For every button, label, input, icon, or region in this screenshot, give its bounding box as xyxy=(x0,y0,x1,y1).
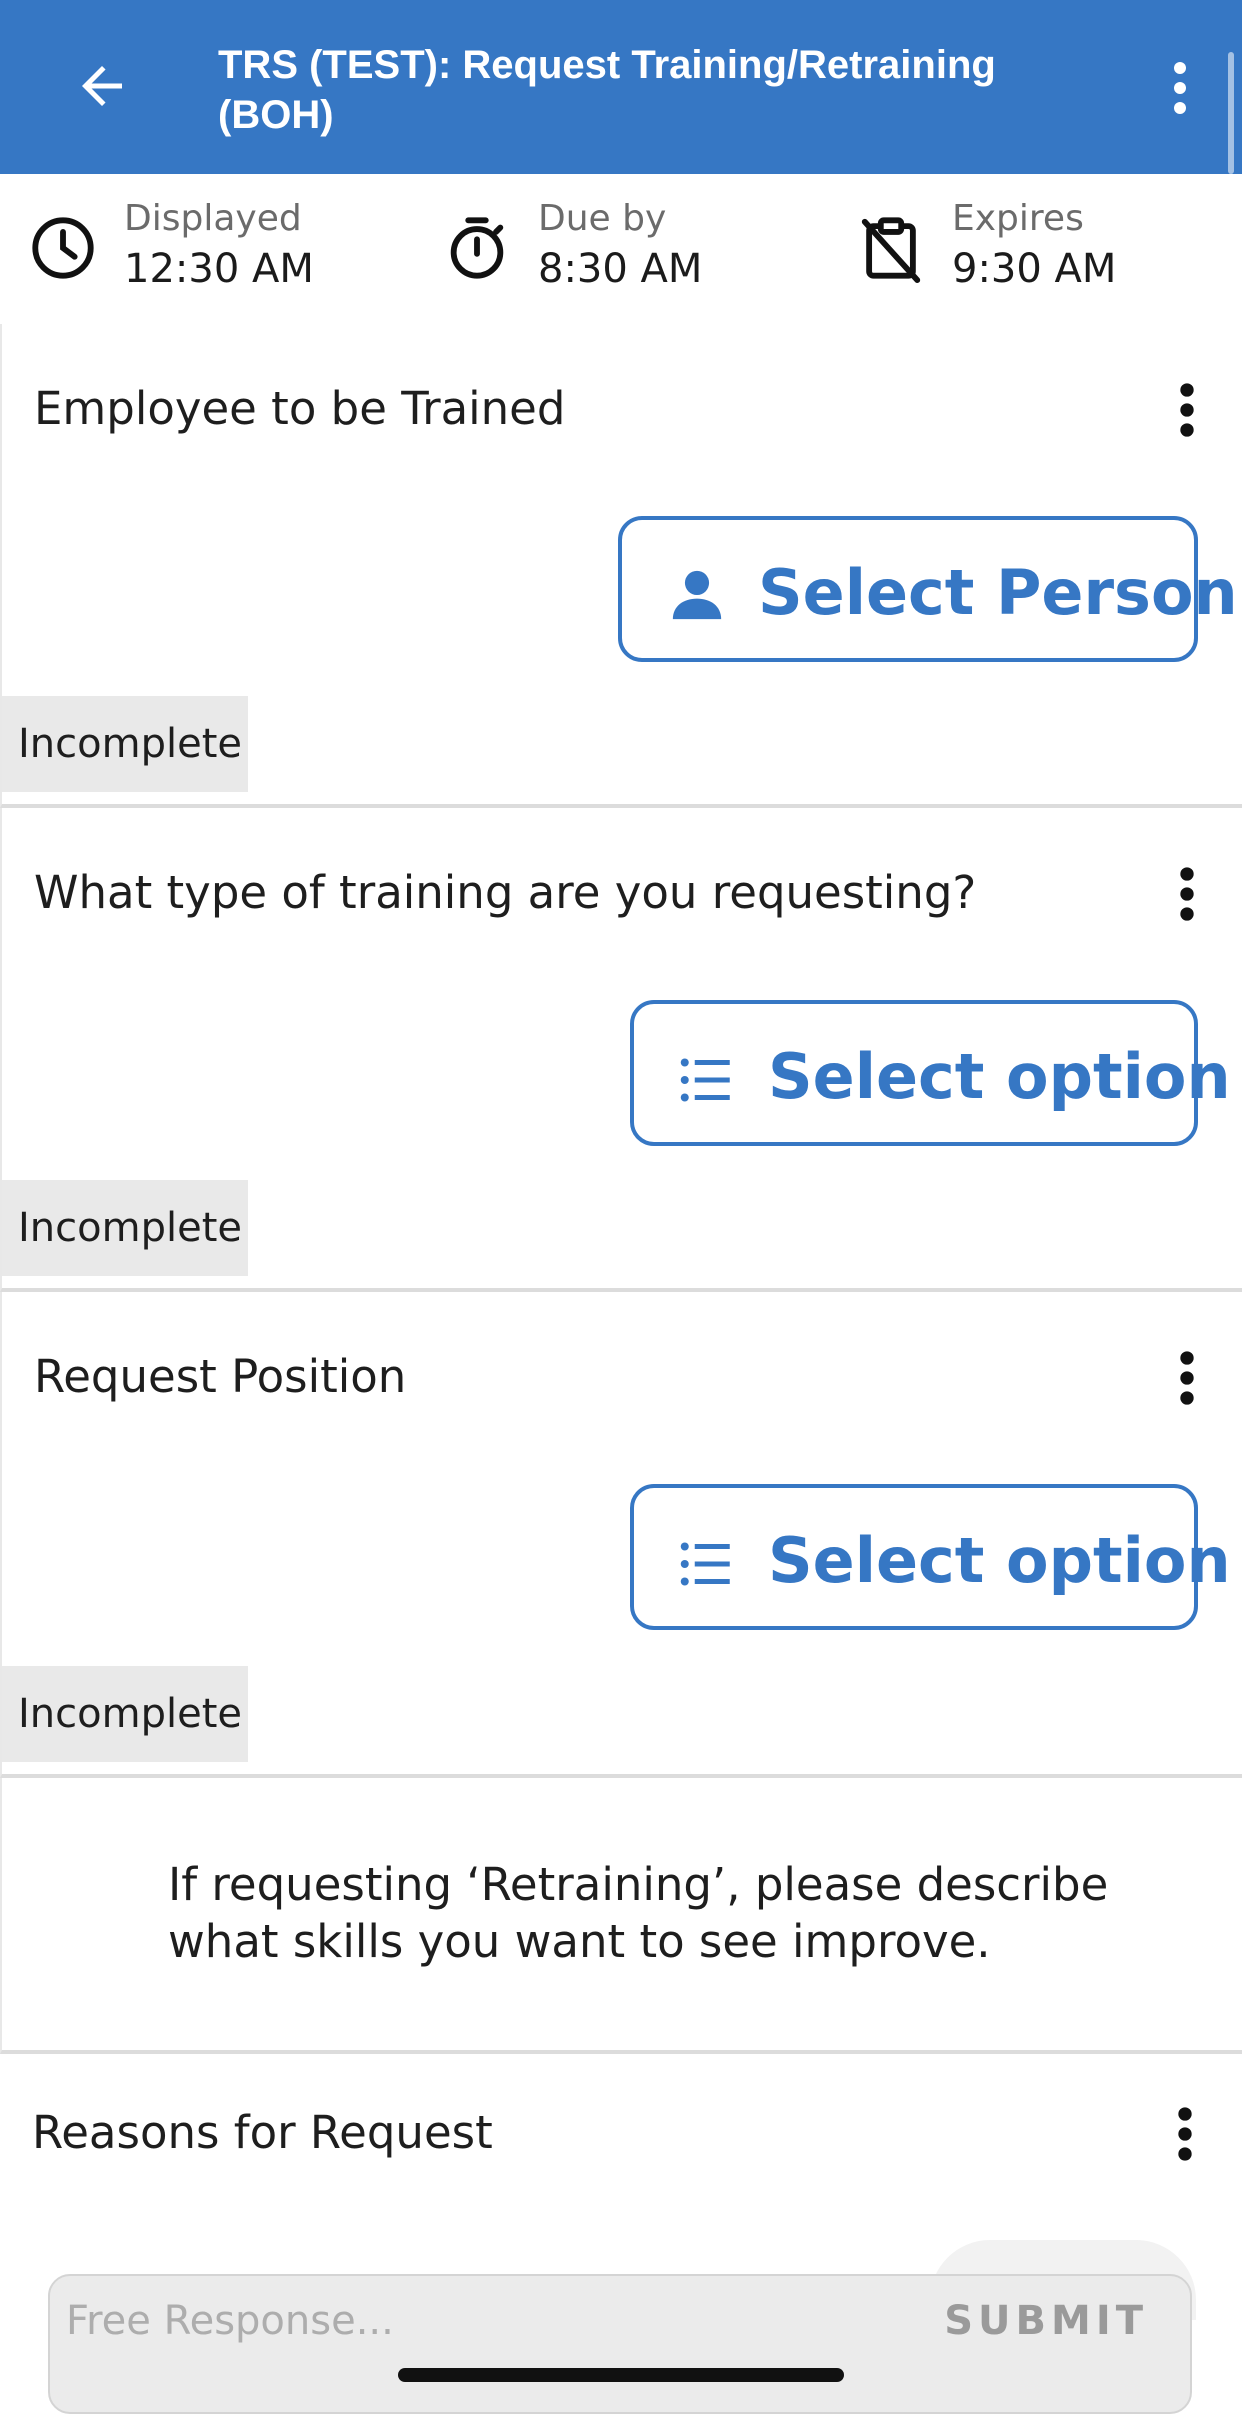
expires-time: 9:30 AM xyxy=(952,246,1117,292)
displayed-time: 12:30 AM xyxy=(124,246,314,292)
due-time: 8:30 AM xyxy=(538,246,703,292)
due-label: Due by xyxy=(538,198,667,239)
more-vertical-icon[interactable] xyxy=(1160,58,1200,118)
question-label: Request Position xyxy=(34,1350,407,1403)
question-card-employee: Employee to be Trained Select Person Inc… xyxy=(0,324,1242,808)
select-option-button[interactable]: Select option xyxy=(630,1484,1231,1630)
app-bar: TRS (TEST): Request Training/Retraining … xyxy=(0,0,1242,174)
page-title: TRS (TEST): Request Training/Retraining … xyxy=(218,43,996,137)
select-option-label: Select option xyxy=(768,1040,1231,1113)
select-option-button[interactable]: Select option xyxy=(630,1000,1231,1146)
question-card-training-type: What type of training are you requesting… xyxy=(0,808,1242,1292)
question-label: Reasons for Request xyxy=(32,2106,493,2159)
instruction-text: If requesting ‘Retraining’, please descr… xyxy=(168,1858,1109,1968)
free-response-placeholder: Free Response... xyxy=(66,2298,394,2344)
select-person-label: Select Person xyxy=(758,556,1238,629)
home-indicator xyxy=(398,2368,844,2382)
timer-icon xyxy=(450,217,504,279)
displayed-label: Displayed xyxy=(124,198,302,239)
more-vertical-icon[interactable] xyxy=(1168,2104,1202,2164)
question-card-position: Request Position Select option Incomplet… xyxy=(0,1292,1242,1778)
clipboard-off-icon xyxy=(861,217,921,283)
list-icon xyxy=(680,1542,730,1586)
arrow-left-icon[interactable] xyxy=(72,56,132,116)
instruction-card: If requesting ‘Retraining’, please descr… xyxy=(0,1778,1242,2054)
list-icon xyxy=(680,1058,730,1102)
status-badge: Incomplete xyxy=(2,1180,248,1276)
question-label: What type of training are you requesting… xyxy=(34,866,977,919)
more-vertical-icon[interactable] xyxy=(1170,864,1204,924)
free-response-field[interactable]: Free Response... SUBMIT xyxy=(48,2274,1192,2414)
status-badge: Incomplete xyxy=(2,1666,248,1762)
clock-icon xyxy=(32,217,94,279)
more-vertical-icon[interactable] xyxy=(1170,1348,1204,1408)
question-label: Employee to be Trained xyxy=(34,382,566,435)
submit-button[interactable]: SUBMIT xyxy=(944,2298,1148,2344)
scrollbar xyxy=(1228,52,1234,174)
status-badge: Incomplete xyxy=(2,696,248,792)
task-info-bar: Displayed 12:30 AM Due by 8:30 AM Expire… xyxy=(0,174,1242,327)
more-vertical-icon[interactable] xyxy=(1170,380,1204,440)
select-option-label: Select option xyxy=(768,1524,1231,1597)
select-person-button[interactable]: Select Person xyxy=(618,516,1238,662)
expires-label: Expires xyxy=(952,198,1084,239)
person-icon xyxy=(672,570,722,620)
